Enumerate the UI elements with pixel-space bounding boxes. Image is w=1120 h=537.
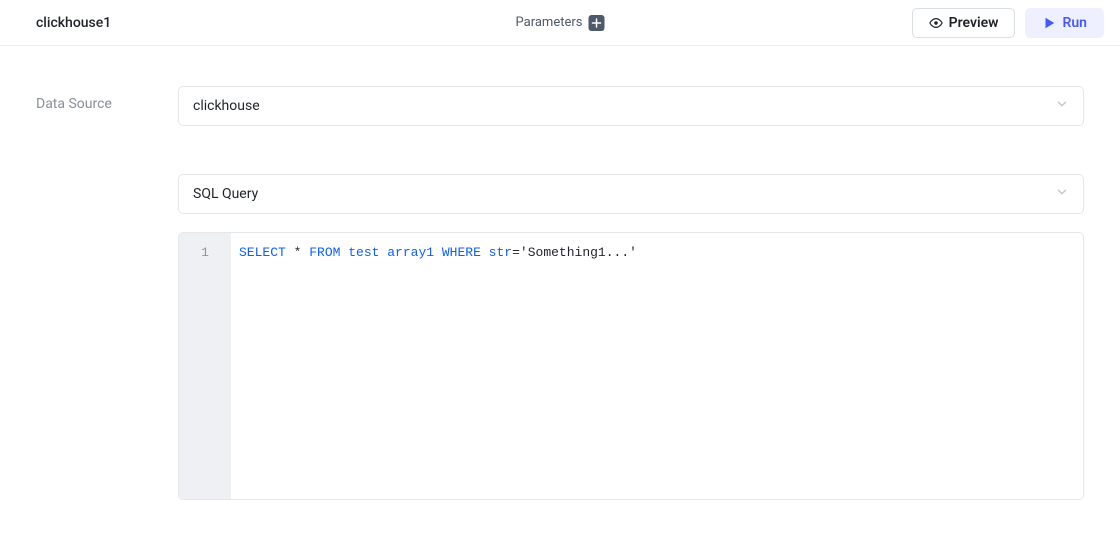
sql-string-close: ': [629, 245, 637, 260]
sql-eq: =: [512, 245, 520, 260]
sql-string-value: Something1...: [528, 245, 629, 260]
chevron-down-icon: [1055, 97, 1069, 115]
page-title: clickhouse1: [36, 15, 111, 31]
sql-editor[interactable]: 1 SELECT * FROM test array1 WHERE str='S…: [178, 232, 1084, 500]
run-button-label: Run: [1062, 15, 1087, 31]
sql-keyword: FROM: [309, 245, 340, 260]
data-source-select[interactable]: clickhouse: [178, 86, 1084, 126]
parameters-label: Parameters: [516, 15, 583, 30]
query-section: SQL Query 1 SELECT * FROM test array1 WH…: [178, 174, 1084, 500]
data-source-field: clickhouse: [178, 86, 1084, 126]
content-area: Data Source clickhouse SQL Query 1 SELEC…: [0, 46, 1120, 520]
parameters-group: Parameters: [516, 15, 605, 31]
sql-token: *: [286, 245, 309, 260]
sql-keyword: SELECT: [239, 245, 286, 260]
chevron-down-icon: [1055, 185, 1069, 203]
header-left: clickhouse1: [16, 15, 111, 31]
sql-string-open: ': [520, 245, 528, 260]
data-source-label: Data Source: [36, 86, 178, 112]
sql-column: str: [481, 245, 512, 260]
data-source-row: Data Source clickhouse: [36, 86, 1084, 126]
plus-icon: [591, 18, 601, 28]
add-parameter-button[interactable]: [588, 15, 604, 31]
preview-button[interactable]: Preview: [912, 8, 1016, 38]
data-source-value: clickhouse: [193, 98, 260, 114]
preview-button-label: Preview: [949, 15, 999, 31]
line-gutter: 1: [179, 233, 231, 499]
header-bar: clickhouse1 Parameters Preview Run: [0, 0, 1120, 46]
sql-identifier: test array1: [340, 245, 441, 260]
run-button[interactable]: Run: [1025, 8, 1104, 38]
query-type-select[interactable]: SQL Query: [178, 174, 1084, 214]
play-icon: [1042, 16, 1056, 30]
header-actions: Preview Run: [912, 8, 1104, 38]
code-area[interactable]: SELECT * FROM test array1 WHERE str='Som…: [231, 233, 1083, 499]
line-number: 1: [179, 243, 231, 263]
query-type-value: SQL Query: [193, 186, 258, 202]
sql-keyword: WHERE: [442, 245, 481, 260]
eye-icon: [929, 16, 943, 30]
